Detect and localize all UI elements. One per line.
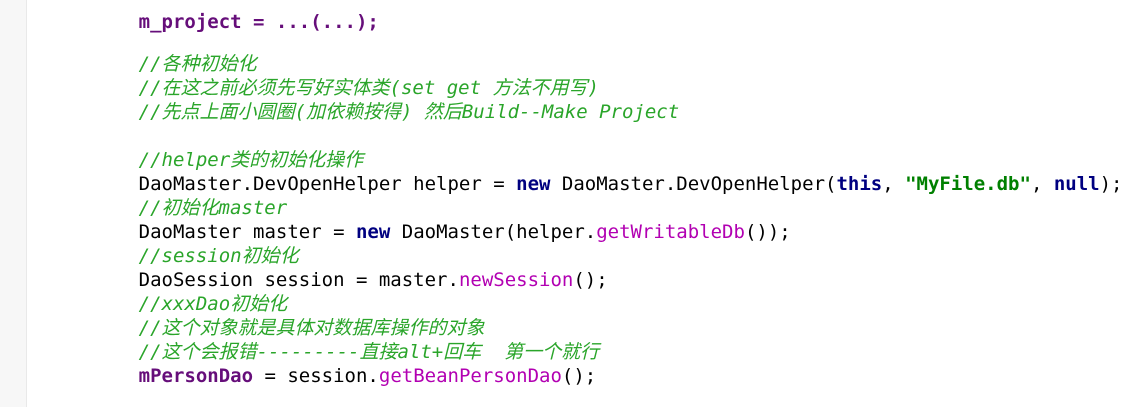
- comment-line: //这个会报错---------直接alt+回车 第一个就行: [70, 316, 599, 363]
- code-line-helper: DaoMaster.DevOpenHelper helper = new Dao…: [70, 148, 1123, 195]
- comment-line: //helper类的初始化操作: [70, 124, 364, 171]
- method-call: getWritableDb: [596, 221, 745, 243]
- code-editor[interactable]: m_project = ...(...); //各种初始化 //在这之前必须先写…: [0, 0, 1136, 407]
- comment-text: //先点上面小圆圈(加依赖按得) 然后Build--Make Project: [138, 101, 680, 123]
- keyword-this: this: [836, 173, 883, 195]
- comment-line: //session初始化: [70, 220, 299, 267]
- code-text: DaoMaster(helper.: [390, 221, 597, 243]
- comment-line: //各种初始化: [70, 28, 257, 75]
- code-text: ();: [573, 269, 608, 291]
- code-area[interactable]: m_project = ...(...); //各种初始化 //在这之前必须先写…: [70, 0, 1136, 407]
- keyword-new: new: [516, 173, 551, 195]
- code-text: );: [1099, 173, 1123, 195]
- code-text: ();: [561, 365, 597, 387]
- field-name: mPersonDao: [138, 365, 254, 387]
- code-text: ());: [744, 221, 791, 243]
- code-line-session: DaoSession session = master.newSession()…: [70, 244, 608, 291]
- code-text: ,: [882, 173, 906, 195]
- code-line-dao: mPersonDao = session.getBeanPersonDao();: [70, 340, 597, 387]
- comment-line: //先点上面小圆圈(加依赖按得) 然后Build--Make Project: [70, 76, 680, 123]
- code-line-master: DaoMaster master = new DaoMaster(helper.…: [70, 196, 791, 243]
- keyword-null: null: [1053, 173, 1100, 195]
- method-call: getBeanPersonDao: [378, 365, 562, 387]
- code-text: = session.: [253, 365, 379, 387]
- partial-code-line: m_project = ...(...);: [70, 0, 379, 33]
- comment-line: //在这之前必须先写好实体类(set get 方法不用写): [70, 52, 599, 99]
- method-call: newSession: [458, 269, 574, 291]
- comment-line: //初始化master: [70, 172, 288, 219]
- editor-gutter: [0, 0, 27, 407]
- comment-line: //这个对象就是具体对数据库操作的对象: [70, 292, 485, 339]
- code-text: ,: [1030, 173, 1054, 195]
- code-text: DaoMaster.DevOpenHelper(: [550, 173, 837, 195]
- string-literal: "MyFile.db": [905, 173, 1031, 195]
- keyword-new: new: [355, 221, 391, 243]
- comment-line: //xxxDao初始化: [70, 268, 288, 315]
